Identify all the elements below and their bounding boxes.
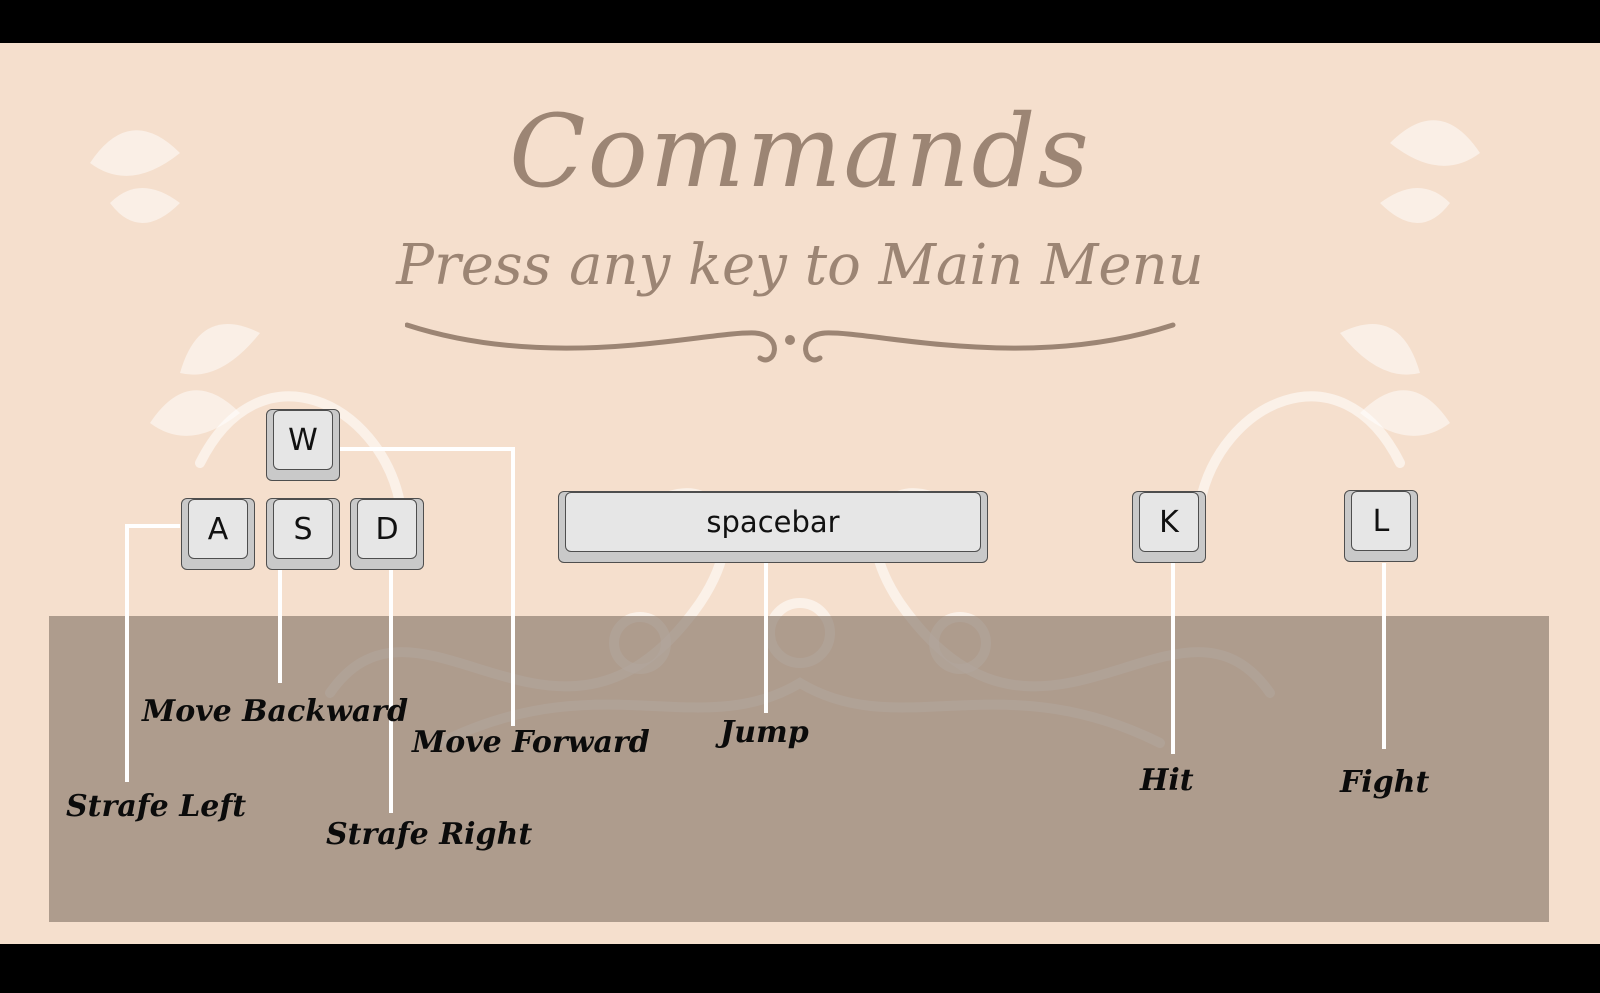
- label-move-forward: Move Forward: [412, 725, 650, 760]
- label-hit: Hit: [1140, 763, 1194, 798]
- key-k: K: [1132, 491, 1206, 563]
- key-spacebar: spacebar: [558, 491, 988, 563]
- key-k-label: K: [1139, 492, 1199, 552]
- letterbox-top: [0, 0, 1600, 43]
- label-fight: Fight: [1340, 765, 1430, 800]
- key-w-label: W: [273, 410, 333, 470]
- commands-screen[interactable]: Commands Press any key to Main Menu W A …: [0, 43, 1600, 944]
- label-move-backward: Move Backward: [142, 694, 409, 729]
- key-w: W: [266, 409, 340, 481]
- key-d-label: D: [357, 499, 417, 559]
- connector-strafe-left: [125, 524, 180, 782]
- label-jump: Jump: [720, 715, 809, 750]
- key-s-label: S: [273, 499, 333, 559]
- label-strafe-left: Strafe Left: [66, 789, 247, 824]
- key-a: A: [181, 498, 255, 570]
- label-strafe-right: Strafe Right: [326, 817, 533, 852]
- key-d: D: [350, 498, 424, 570]
- key-a-label: A: [188, 499, 248, 559]
- letterbox-bottom: [0, 944, 1600, 993]
- key-spacebar-label: spacebar: [565, 492, 981, 552]
- key-s: S: [266, 498, 340, 570]
- key-l: L: [1344, 490, 1418, 562]
- key-l-label: L: [1351, 491, 1411, 551]
- connector-move-forward: [339, 447, 515, 726]
